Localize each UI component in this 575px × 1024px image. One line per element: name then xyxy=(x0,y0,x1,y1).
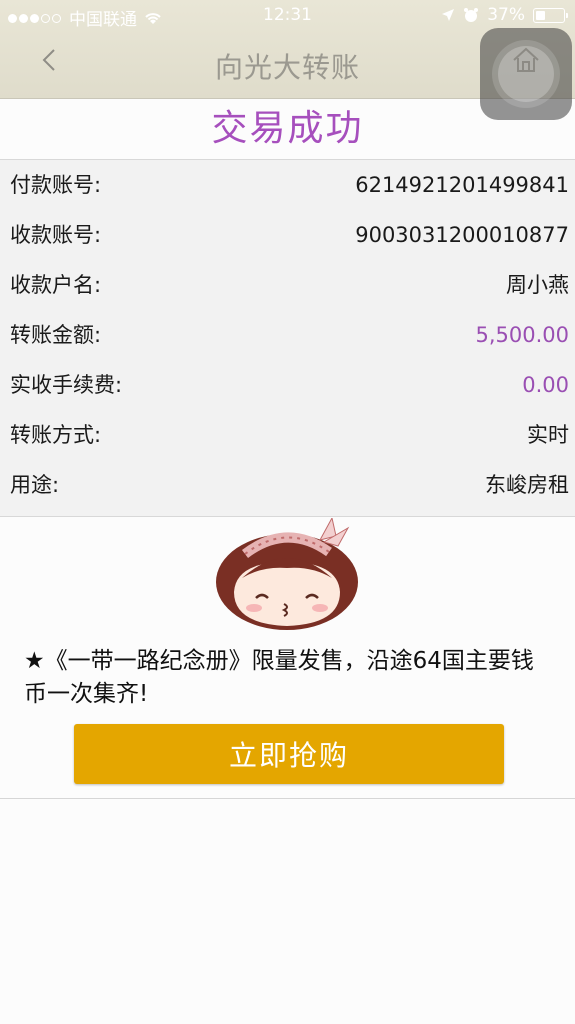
top-bar: 中国联通 12:31 37% 向光大转账 xyxy=(0,0,575,120)
detail-row-fee: 实收手续费: 0.00 xyxy=(0,360,575,410)
detail-label: 用途: xyxy=(10,473,60,497)
detail-value: 6214921201499841 xyxy=(355,173,569,197)
detail-row-method: 转账方式: 实时 xyxy=(0,410,575,460)
status-bar: 中国联通 12:31 37% xyxy=(0,0,575,32)
navigation-bar: 向光大转账 xyxy=(0,28,575,120)
detail-value: 东峻房租 xyxy=(485,473,569,497)
alarm-clock-icon xyxy=(464,8,479,22)
transfer-details: 付款账号: 6214921201499841 收款账号: 90030312000… xyxy=(0,159,575,517)
section-divider xyxy=(0,798,575,799)
detail-value: 0.00 xyxy=(522,373,569,397)
status-right: 37% xyxy=(441,5,568,25)
location-arrow-icon xyxy=(442,9,455,21)
detail-row-purpose: 用途: 东峻房租 xyxy=(0,460,575,510)
detail-label: 付款账号: xyxy=(10,173,102,197)
detail-label: 实收手续费: xyxy=(10,373,123,397)
home-icon[interactable] xyxy=(506,40,546,80)
battery-percentage: 37% xyxy=(487,5,525,25)
detail-label: 转账方式: xyxy=(10,423,102,447)
buy-now-button[interactable]: 立即抢购 xyxy=(74,724,504,784)
detail-label: 收款户名: xyxy=(10,273,102,297)
battery-icon xyxy=(533,7,568,23)
detail-value: 5,500.00 xyxy=(475,323,569,347)
detail-row-payee-account: 收款账号: 9003031200010877 xyxy=(0,210,575,260)
detail-value: 周小燕 xyxy=(506,273,569,297)
result-title: 交易成功 xyxy=(211,108,364,149)
detail-label: 收款账号: xyxy=(10,223,102,247)
cartoon-girl-mascot-icon xyxy=(216,518,358,630)
detail-row-amount: 转账金额: 5,500.00 xyxy=(0,310,575,360)
detail-row-payer-account: 付款账号: 6214921201499841 xyxy=(0,160,575,210)
detail-row-payee-name: 收款户名: 周小燕 xyxy=(0,260,575,310)
detail-label: 转账金额: xyxy=(10,323,102,347)
promo-text: ★《一带一路纪念册》限量发售，沿途64国主要钱币一次集齐! xyxy=(24,648,534,707)
detail-value: 实时 xyxy=(527,423,569,447)
detail-value: 9003031200010877 xyxy=(355,223,569,247)
